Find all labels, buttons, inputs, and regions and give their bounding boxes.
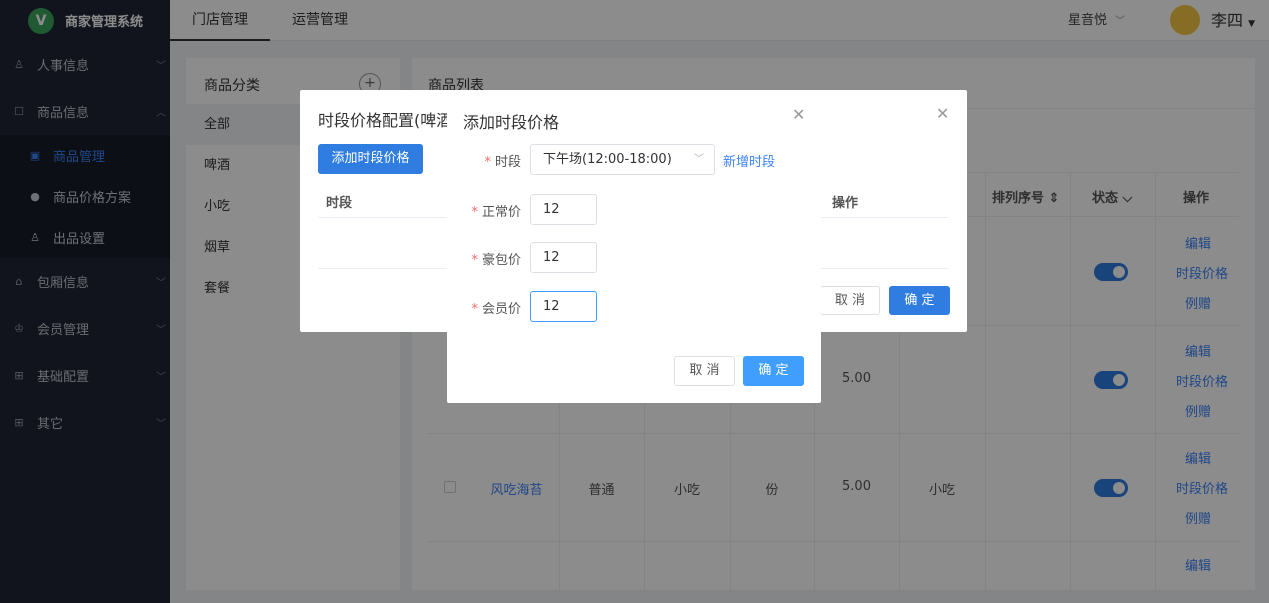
close-icon[interactable]: ✕ [936, 104, 949, 123]
luxury-price-label: * 豪包价 [471, 253, 521, 268]
add-time-price-button[interactable]: 添加时段价格 [318, 144, 423, 174]
cancel-button[interactable]: 取 消 [674, 356, 735, 386]
th-ops: 操作 [832, 196, 859, 211]
add-period-link[interactable]: 新增时段 [723, 151, 775, 170]
normal-price-label: * 正常价 [471, 205, 521, 220]
member-price-label-text: 会员价 [481, 302, 521, 317]
chevron-down-icon: ﹀ [694, 154, 704, 165]
confirm-button[interactable]: 确 定 [889, 286, 950, 315]
normal-price-input[interactable]: 12 [530, 194, 597, 225]
close-icon[interactable]: ✕ [792, 105, 805, 124]
confirm-button[interactable]: 确 定 [743, 356, 804, 386]
period-label: * 时段 [484, 155, 521, 170]
cancel-button[interactable]: 取 消 [820, 286, 880, 315]
normal-price-label-text: 正常价 [481, 205, 521, 220]
luxury-price-input[interactable]: 12 [530, 242, 597, 273]
dialog-title: 时段价格配置(啤酒/ [318, 111, 458, 130]
period-value: 下午场(12:00-18:00) [543, 152, 672, 167]
member-price-label: * 会员价 [471, 302, 521, 317]
dialog-title: 添加时段价格 [463, 113, 560, 132]
luxury-price-label-text: 豪包价 [481, 253, 521, 268]
member-price-input[interactable]: 12 [530, 291, 597, 322]
th-time: 时段 [326, 196, 353, 211]
period-label-text: 时段 [494, 155, 521, 170]
period-select[interactable]: 下午场(12:00-18:00) ﹀ [530, 144, 715, 175]
add-time-price-dialog: 添加时段价格 ✕ * 时段 下午场(12:00-18:00) ﹀ 新增时段 * 正常价… [447, 91, 821, 403]
